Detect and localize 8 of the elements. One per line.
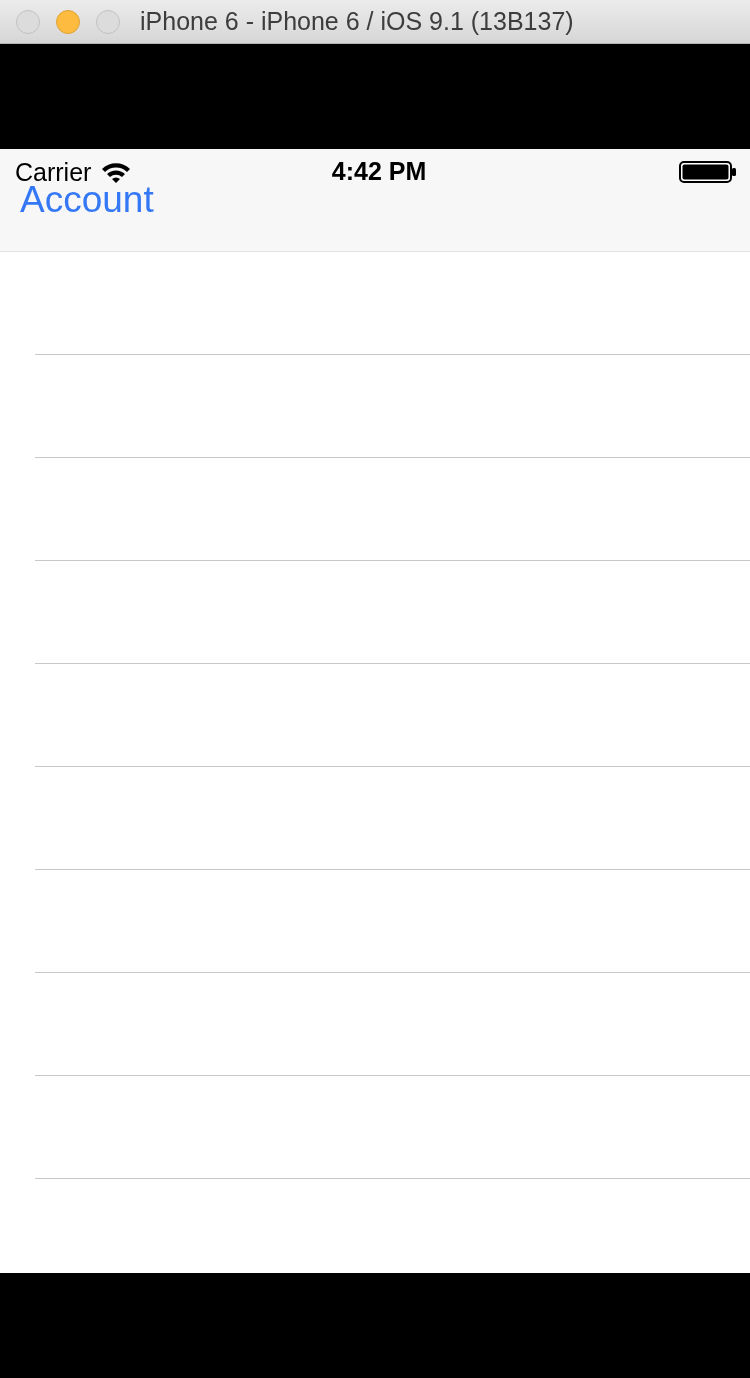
wifi-icon [101,161,132,183]
window-title: iPhone 6 - iPhone 6 / iOS 9.1 (13B137) [140,7,574,36]
close-button[interactable] [16,9,40,34]
zoom-button[interactable] [96,9,120,34]
clock-time: 4:42 PM [331,157,427,186]
battery-icon [679,161,737,183]
carrier-label: Carrier [15,157,92,186]
minimize-button[interactable] [56,9,80,34]
